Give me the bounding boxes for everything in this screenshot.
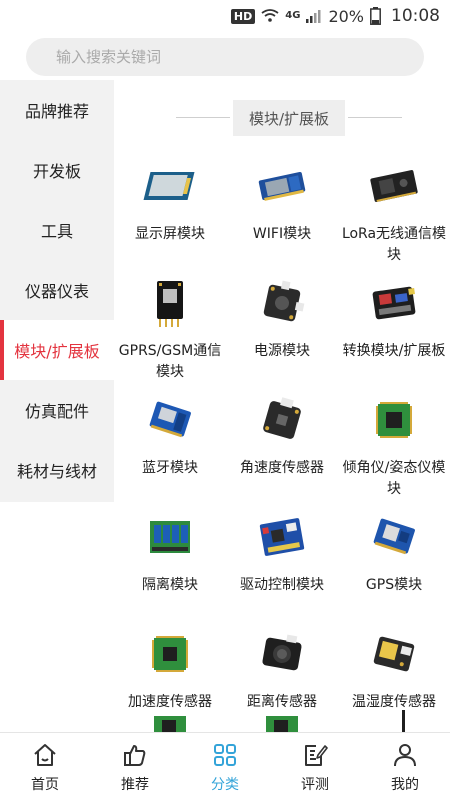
- clock: 10:08: [391, 6, 440, 26]
- sidebar-item-label: 开发板: [32, 162, 81, 181]
- nav-label: 评测: [301, 777, 329, 793]
- home-icon: [32, 742, 58, 768]
- product-item-converter[interactable]: 转换模块/扩展板: [338, 275, 450, 392]
- sidebar-item-instruments[interactable]: 仪器仪表: [0, 260, 114, 320]
- product-label: LoRa无线通信模块: [341, 226, 447, 263]
- nav-recommend[interactable]: 推荐: [90, 733, 180, 800]
- cell-signal-icon: [306, 9, 322, 23]
- review-icon: [302, 742, 328, 768]
- product-label: 驱动控制模块: [240, 577, 324, 593]
- sidebar-item-label: 仪器仪表: [24, 282, 89, 301]
- sidebar-item-simulation[interactable]: 仿真配件: [0, 380, 114, 440]
- product-item-inclinometer[interactable]: 倾角仪/姿态仪模块: [338, 392, 450, 509]
- accelerometer-icon: [140, 626, 200, 682]
- hd-indicator: HD: [230, 8, 256, 24]
- sidebar-item-label: 模块/扩展板: [14, 342, 100, 361]
- next-row-peek: [114, 708, 450, 732]
- lora-module-icon: [364, 158, 424, 214]
- nav-home[interactable]: 首页: [0, 733, 90, 800]
- search-input[interactable]: [56, 48, 424, 66]
- product-item-display[interactable]: 显示屏模块: [114, 158, 226, 275]
- bluetooth-module-icon: [140, 392, 200, 448]
- product-label: 电源模块: [254, 343, 310, 359]
- divider: [176, 117, 230, 118]
- product-item-power[interactable]: 电源模块: [226, 275, 338, 392]
- nav-label: 推荐: [121, 777, 149, 793]
- network-type: 4G: [285, 10, 301, 21]
- bottom-nav: 首页 推荐 分类 评测 我的: [0, 732, 450, 800]
- sidebar-item-brand[interactable]: 品牌推荐: [0, 80, 114, 140]
- product-label: 隔离模块: [142, 577, 198, 593]
- power-module-icon: [252, 275, 312, 331]
- product-item-wifi[interactable]: WIFI模块: [226, 158, 338, 275]
- section-header: 模块/扩展板: [176, 100, 402, 136]
- battery-icon: [370, 7, 381, 25]
- section-title: 模块/扩展板: [233, 100, 345, 136]
- isolation-module-icon: [140, 509, 200, 565]
- product-label: 蓝牙模块: [142, 460, 198, 476]
- app-screen: HD 4G 20% 10:08 品牌推荐 开发板 工具 仪器仪表 模块/扩展板 …: [0, 0, 450, 800]
- nav-label: 分类: [211, 777, 239, 793]
- product-item-gps[interactable]: GPS模块: [338, 509, 450, 626]
- grid-icon: [212, 742, 238, 768]
- gyro-sensor-icon: [252, 392, 312, 448]
- gps-module-icon: [364, 509, 424, 565]
- product-item-driver[interactable]: 驱动控制模块: [226, 509, 338, 626]
- sidebar-item-label: 品牌推荐: [24, 102, 89, 121]
- sidebar-item-modules[interactable]: 模块/扩展板: [0, 320, 114, 380]
- sidebar-item-dev-board[interactable]: 开发板: [0, 140, 114, 200]
- status-bar: HD 4G 20% 10:08: [0, 0, 450, 32]
- product-label: 角速度传感器: [240, 460, 324, 476]
- nav-label: 我的: [391, 777, 419, 793]
- product-label: 倾角仪/姿态仪模块: [342, 460, 446, 497]
- sidebar-item-label: 耗材与线材: [16, 462, 97, 481]
- user-icon: [392, 742, 418, 768]
- product-label: GPRS/GSM通信模块: [118, 343, 222, 380]
- wifi-signal-icon: [261, 9, 279, 23]
- product-item-gyro[interactable]: 角速度传感器: [226, 392, 338, 509]
- product-label: WIFI模块: [252, 226, 312, 242]
- inclinometer-module-icon: [364, 392, 424, 448]
- product-item-isolation[interactable]: 隔离模块: [114, 509, 226, 626]
- product-item-lora[interactable]: LoRa无线通信模块: [338, 158, 450, 275]
- wifi-module-icon: [252, 158, 312, 214]
- distance-sensor-icon: [252, 626, 312, 682]
- product-label: GPS模块: [365, 577, 423, 593]
- divider: [348, 117, 402, 118]
- product-item-bluetooth[interactable]: 蓝牙模块: [114, 392, 226, 509]
- product-label: 显示屏模块: [135, 226, 205, 242]
- driver-module-icon: [252, 509, 312, 565]
- gprs-module-icon: [140, 275, 200, 331]
- converter-module-icon: [364, 275, 424, 331]
- nav-category[interactable]: 分类: [180, 733, 270, 800]
- product-item-gprs[interactable]: GPRS/GSM通信模块: [114, 275, 226, 392]
- sidebar-item-consumables[interactable]: 耗材与线材: [0, 440, 114, 500]
- thumbs-up-icon: [122, 742, 148, 768]
- sidebar-item-label: 工具: [40, 222, 73, 241]
- sidebar-item-label: 仿真配件: [24, 402, 89, 421]
- battery-percent: 20%: [328, 6, 364, 26]
- search-bar[interactable]: [26, 38, 424, 76]
- display-module-icon: [140, 158, 200, 214]
- product-grid: 显示屏模块 WIFI模块 LoRa无线通信模块 GPRS/GSM通信模块 电源模…: [114, 158, 450, 732]
- humidity-sensor-icon: [364, 626, 424, 682]
- category-sidebar: 品牌推荐 开发板 工具 仪器仪表 模块/扩展板 仿真配件 耗材与线材: [0, 80, 114, 502]
- nav-mine[interactable]: 我的: [360, 733, 450, 800]
- category-content: 模块/扩展板 显示屏模块 WIFI模块 LoRa无线通信模块 GPRS/GSM通…: [114, 80, 450, 732]
- nav-review[interactable]: 评测: [270, 733, 360, 800]
- nav-label: 首页: [31, 777, 59, 793]
- product-label: 转换模块/扩展板: [342, 343, 446, 359]
- sidebar-item-tools[interactable]: 工具: [0, 200, 114, 260]
